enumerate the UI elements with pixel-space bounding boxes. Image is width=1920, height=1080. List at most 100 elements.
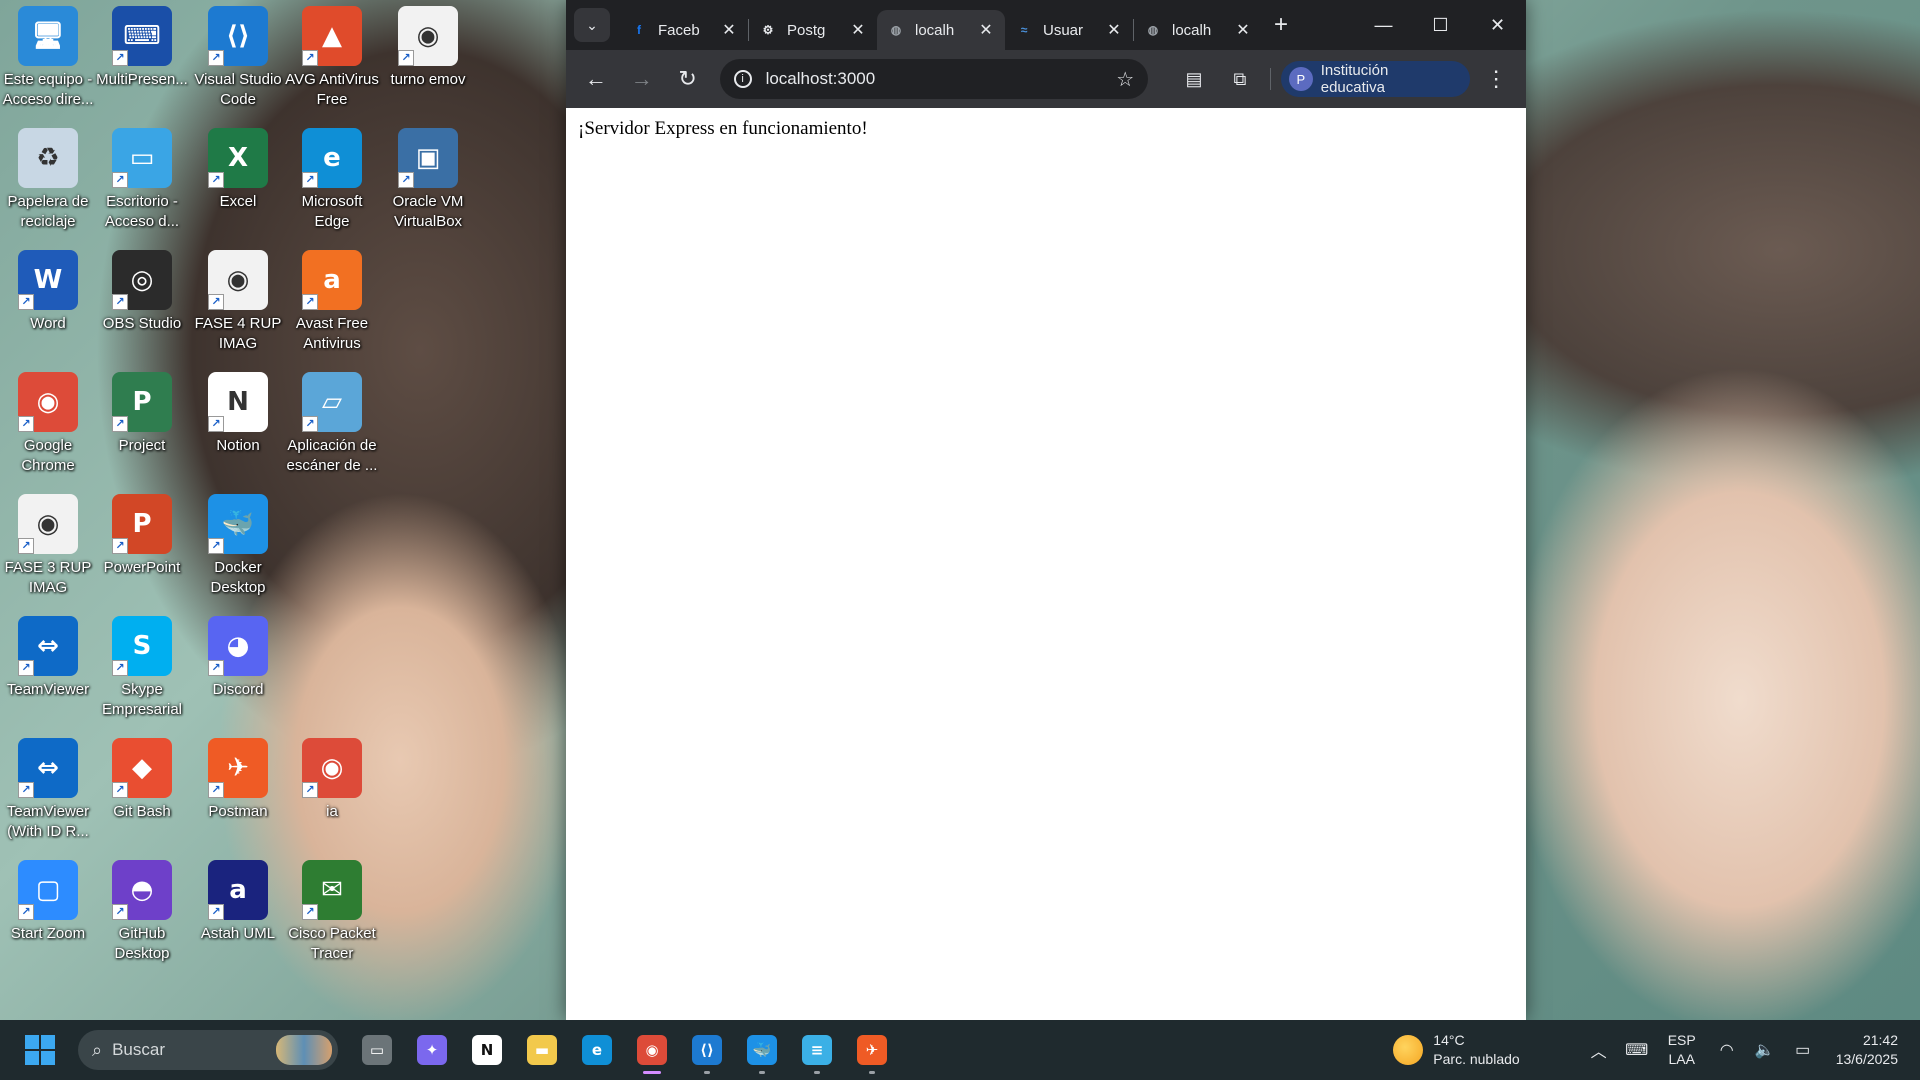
taskbar-postman-button[interactable]: ✈ [846,1024,898,1076]
lang-layout: LAA [1668,1051,1695,1067]
desktop-icon[interactable]: ♻ Papelera de reciclaje [0,122,96,238]
taskbar-edge-button[interactable]: e [571,1024,623,1076]
lang-code: ESP [1667,1032,1696,1048]
taskbar-file-explorer-button[interactable]: ▬ [516,1024,568,1076]
shortcut-arrow-icon: ↗ [18,660,34,676]
start-button[interactable] [16,1026,64,1074]
desktop-icon[interactable]: e ↗ Microsoft Edge [284,122,380,238]
clock-date: 13/6/2025 [1835,1051,1898,1067]
taskbar-copilot-button[interactable]: ✦ [406,1024,458,1076]
desktop-icon[interactable]: ◉ ↗ FASE 3 RUP IMAG [0,488,96,604]
browser-tab[interactable]: ◍ localh ✕ [1134,10,1262,50]
desktop-icon[interactable]: N ↗ Notion [190,366,286,482]
minimize-button[interactable]: — [1355,0,1412,50]
shortcut-arrow-icon: ↗ [18,904,34,920]
taskbar-task-view-button[interactable]: ▭ [351,1024,403,1076]
bookmark-star-icon[interactable]: ☆ [1116,67,1134,92]
forward-button[interactable]: → [622,59,662,99]
profile-button[interactable]: P Institución educativa [1280,61,1471,97]
close-window-button[interactable]: ✕ [1469,0,1526,50]
desktop-icon[interactable]: ⇔ ↗ TeamViewer [0,610,96,726]
taskbar-notion-button[interactable]: N [461,1024,513,1076]
desktop-icon[interactable]: ◉ ↗ ia [284,732,380,848]
shortcut-arrow-icon: ↗ [112,660,128,676]
desktop-icon[interactable]: a ↗ Astah UML [190,854,286,970]
shortcut-arrow-icon: ↗ [208,294,224,310]
desktop-icon[interactable]: S ↗ Skype Empresarial [94,610,190,726]
desktop-icon[interactable]: P ↗ Project [94,366,190,482]
desktop-icon[interactable]: 🖥 Este equipo - Acceso dire... [0,0,96,116]
desktop-icon[interactable]: ▢ ↗ Start Zoom [0,854,96,970]
taskbar-notepad-button[interactable]: ≡ [791,1024,843,1076]
desktop-icon[interactable]: ✈ ↗ Postman [190,732,286,848]
desktop-icon[interactable]: W ↗ Word [0,244,96,360]
desktop-icon[interactable]: ⟨⟩ ↗ Visual Studio Code [190,0,286,116]
shortcut-arrow-icon: ↗ [18,538,34,554]
chevron-up-icon[interactable]: ︿ [1585,1038,1613,1062]
tab-title: Usuar [1043,21,1084,39]
browser-tab[interactable]: f Faceb ✕ [620,10,748,50]
tab-search-button[interactable]: ⌄ [574,8,610,42]
desktop-icon[interactable]: ◆ ↗ Git Bash [94,732,190,848]
new-tab-button[interactable]: + [1274,11,1288,39]
weather-widget[interactable]: 14°C Parc. nublado [1393,1031,1520,1069]
browser-tab[interactable]: ◍ localh ✕ [877,10,1005,50]
desktop-icon-label: Notion [216,437,260,454]
taskbar-search[interactable]: ⌕ Buscar [78,1030,338,1070]
desktop-icon[interactable]: ▭ ↗ Escritorio - Acceso d... [94,122,190,238]
close-tab-icon[interactable]: ✕ [1234,20,1252,40]
clock[interactable]: 21:42 13/6/2025 [1836,1031,1898,1069]
wifi-icon[interactable]: ◠ [1713,1040,1741,1060]
app-icon: a ↗ [302,250,362,310]
desktop-icon[interactable]: a ↗ Avast Free Antivirus [284,244,380,360]
site-info-icon[interactable]: i [733,70,752,88]
desktop-icon[interactable]: ◕ ↗ Discord [190,610,286,726]
desktop-icon[interactable]: P ↗ PowerPoint [94,488,190,604]
touch-keyboard-icon[interactable]: ⌨ [1623,1040,1651,1060]
desktop-icon[interactable]: ⌨ ↗ MultiPresen... [94,0,190,116]
desktop-icon-label: ia [326,803,338,820]
browser-tab[interactable]: ≈ Usuar ✕ [1005,10,1133,50]
desktop-icon[interactable]: ◉ ↗ turno emov [380,0,476,116]
desktop-icon[interactable]: X ↗ Excel [190,122,286,238]
back-button[interactable]: ← [576,59,616,99]
profile-label: Institución educativa [1320,62,1389,96]
desktop-icon[interactable]: ▱ ↗ Aplicación de escáner de ... [284,366,380,482]
reload-button[interactable]: ↻ [668,59,708,99]
close-tab-icon[interactable]: ✕ [1105,20,1123,40]
desktop-icon-label: Astah UML [200,925,276,942]
url-text[interactable]: localhost:3000 [766,69,1103,89]
desktop-icon[interactable]: ◉ ↗ Google Chrome [0,366,96,482]
battery-icon[interactable]: ▭ [1789,1040,1817,1060]
volume-icon[interactable]: 🔈 [1751,1040,1779,1060]
language-indicator[interactable]: ESP LAA [1668,1031,1696,1069]
address-bar[interactable]: i localhost:3000 ☆ [719,59,1149,99]
close-tab-icon[interactable]: ✕ [977,20,995,40]
toolbar-divider [1269,68,1271,90]
desktop-icon[interactable]: ▣ ↗ Oracle VM VirtualBox [380,122,476,238]
desktop-icon[interactable]: 🐳 ↗ Docker Desktop [190,488,286,604]
desktop-icon[interactable]: ✉ ↗ Cisco Packet Tracer [284,854,380,970]
reading-list-icon[interactable]: ▤ [1174,59,1214,99]
maximize-button[interactable]: ☐ [1412,0,1469,50]
desktop-icon[interactable]: ◉ ↗ FASE 4 RUP IMAG [190,244,286,360]
desktop-icon[interactable]: ⇔ ↗ TeamViewer (With ID R... [0,732,96,848]
app-icon: X ↗ [208,128,268,188]
taskbar-docker-button[interactable]: 🐳 [736,1024,788,1076]
running-indicator [869,1071,875,1074]
desktop-icon-label: FASE 4 RUP IMAG [194,315,282,352]
shortcut-arrow-icon: ↗ [208,538,224,554]
app-icon: ⇔ ↗ [18,616,78,676]
browser-tab[interactable]: ⚙ Postg ✕ [749,10,877,50]
taskbar-chrome-button[interactable]: ◉ [626,1024,678,1076]
desktop-icon[interactable]: ▲ ↗ AVG AntiVirus Free [284,0,380,116]
desktop-icon[interactable]: ◓ ↗ GitHub Desktop [94,854,190,970]
globe-icon: ◍ [1147,23,1159,37]
extensions-icon[interactable]: ⧉ [1220,59,1260,99]
close-tab-icon[interactable]: ✕ [720,20,738,40]
taskbar-vscode-button[interactable]: ⟨⟩ [681,1024,733,1076]
docker-icon: 🐳 [747,1035,777,1065]
chrome-menu-icon[interactable]: ⋮ [1476,59,1516,99]
desktop-icon[interactable]: ◎ ↗ OBS Studio [94,244,190,360]
close-tab-icon[interactable]: ✕ [849,20,867,40]
